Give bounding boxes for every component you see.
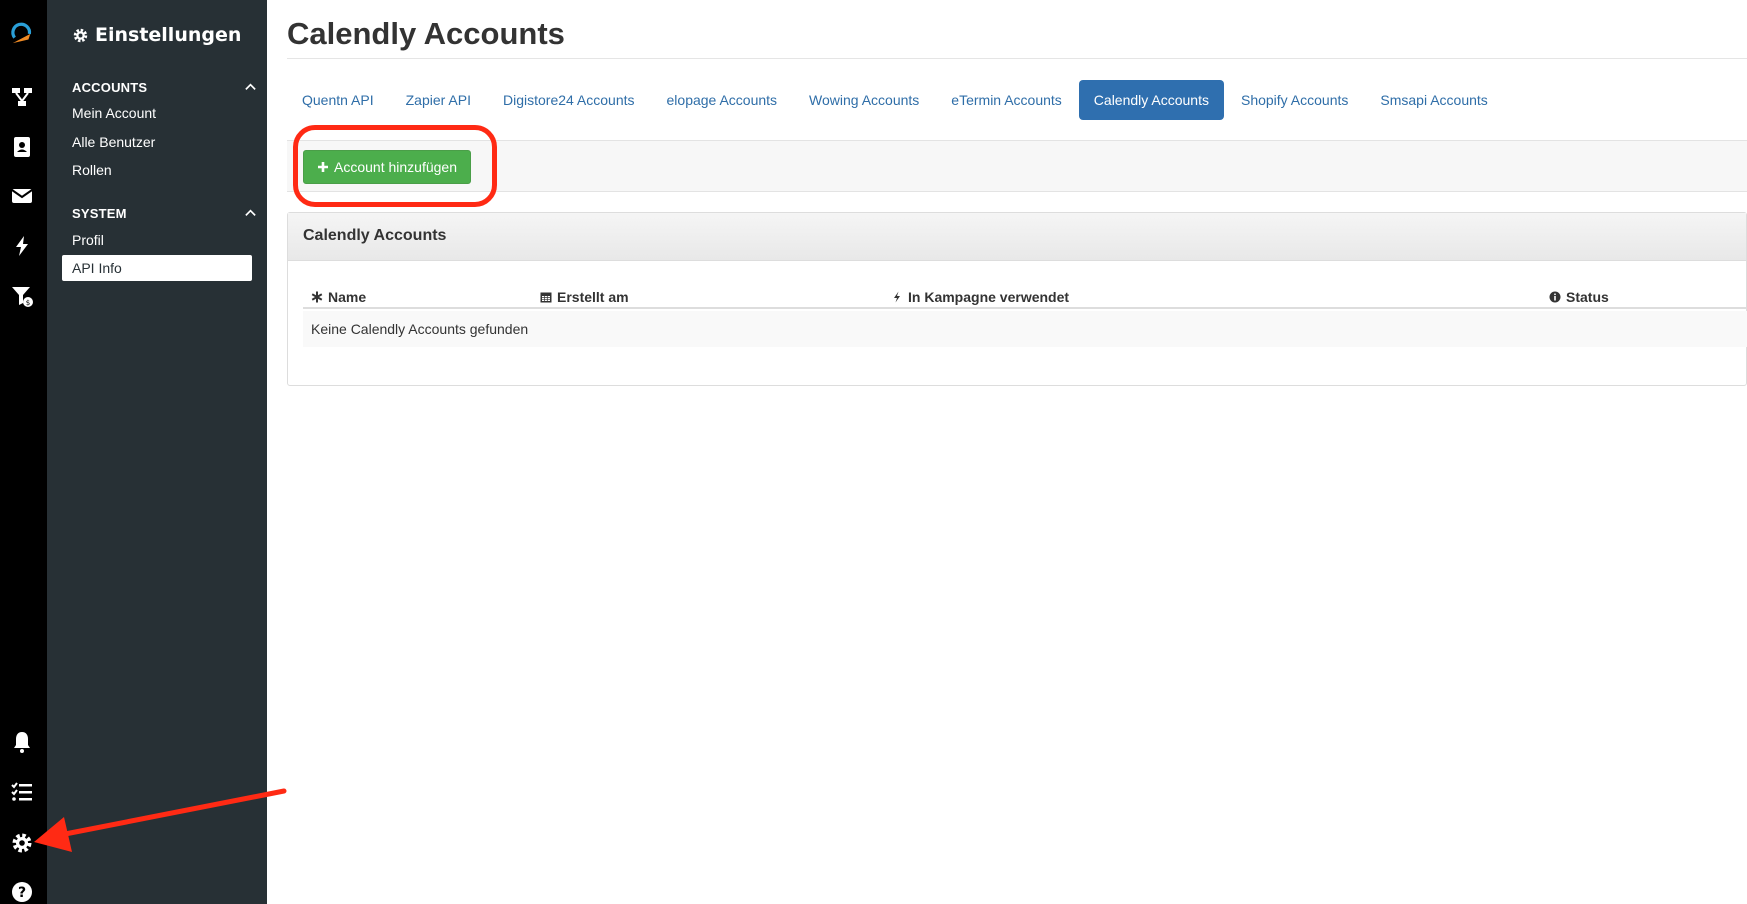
sidebar-item-mein-account[interactable]: Mein Account — [72, 105, 156, 121]
column-name[interactable]: Name — [311, 289, 366, 305]
column-erstellt-am-label: Erstellt am — [557, 289, 629, 305]
app-logo-icon[interactable] — [9, 20, 35, 46]
funnel-dollar-icon[interactable]: $ — [9, 283, 35, 309]
calendar-icon — [540, 292, 552, 303]
sidebar-item-rollen[interactable]: Rollen — [72, 162, 112, 178]
panel-title: Calendly Accounts — [288, 213, 1746, 261]
mail-icon[interactable] — [9, 183, 35, 209]
tab-wowing-accounts[interactable]: Wowing Accounts — [794, 80, 934, 120]
flow-icon[interactable] — [9, 84, 35, 110]
settings-title: Einstellungen — [72, 24, 241, 46]
tab-bar: Quentn API Zapier API Digistore24 Accoun… — [287, 80, 1505, 120]
section-system-label: SYSTEM — [72, 206, 127, 221]
svg-text:$: $ — [26, 299, 30, 307]
bolt-icon — [894, 291, 900, 303]
accounts-panel: Calendly Accounts Name Erstellt am In Ka… — [287, 212, 1747, 386]
info-icon — [1549, 291, 1561, 303]
settings-sidebar: Einstellungen ACCOUNTS Mein Account Alle… — [47, 0, 267, 904]
section-system[interactable]: SYSTEM — [72, 206, 257, 221]
column-name-label: Name — [328, 289, 367, 305]
tab-etermin-accounts[interactable]: eTermin Accounts — [936, 80, 1077, 120]
column-erstellt-am[interactable]: Erstellt am — [540, 289, 629, 305]
column-in-kampagne-label: In Kampagne verwendet — [908, 289, 1070, 305]
section-accounts-label: ACCOUNTS — [72, 80, 148, 95]
tab-zapier-api[interactable]: Zapier API — [391, 80, 486, 120]
asterisk-icon — [311, 291, 323, 303]
tab-smsapi-accounts[interactable]: Smsapi Accounts — [1365, 80, 1502, 120]
table-header: Name Erstellt am In Kampagne verwendet S… — [303, 283, 1747, 309]
bolt-icon[interactable] — [9, 233, 35, 259]
section-accounts[interactable]: ACCOUNTS — [72, 80, 257, 95]
settings-title-text: Einstellungen — [95, 24, 242, 46]
svg-text:?: ? — [18, 885, 26, 901]
tab-quentn-api[interactable]: Quentn API — [287, 80, 389, 120]
empty-state-row: Keine Calendly Accounts gefunden — [303, 311, 1747, 347]
help-icon[interactable]: ? — [9, 879, 35, 904]
tab-shopify-accounts[interactable]: Shopify Accounts — [1226, 80, 1363, 120]
sidebar-item-api-info[interactable]: API Info — [62, 255, 252, 281]
tasks-icon[interactable] — [9, 779, 35, 805]
column-status[interactable]: Status — [1549, 289, 1609, 305]
sidebar-item-alle-benutzer[interactable]: Alle Benutzer — [72, 134, 155, 150]
chevron-up-icon — [245, 209, 256, 216]
sidebar-item-profil[interactable]: Profil — [72, 232, 104, 248]
toolbar: Account hinzufügen — [287, 125, 1747, 207]
bell-icon[interactable] — [9, 729, 35, 755]
gear-icon[interactable] — [9, 830, 35, 856]
tab-elopage-accounts[interactable]: elopage Accounts — [652, 80, 793, 120]
column-in-kampagne[interactable]: In Kampagne verwendet — [891, 289, 1069, 305]
tab-calendly-accounts[interactable]: Calendly Accounts — [1078, 80, 1224, 120]
column-status-label: Status — [1566, 289, 1609, 305]
chevron-up-icon — [245, 83, 256, 90]
annotation-highlight-circle — [293, 125, 497, 207]
gear-icon — [73, 28, 88, 42]
icon-rail: $ ? — [0, 0, 47, 904]
title-divider — [287, 58, 1747, 59]
contacts-icon[interactable] — [9, 134, 35, 160]
tab-digistore24-accounts[interactable]: Digistore24 Accounts — [488, 80, 650, 120]
page-title: Calendly Accounts — [287, 16, 565, 51]
